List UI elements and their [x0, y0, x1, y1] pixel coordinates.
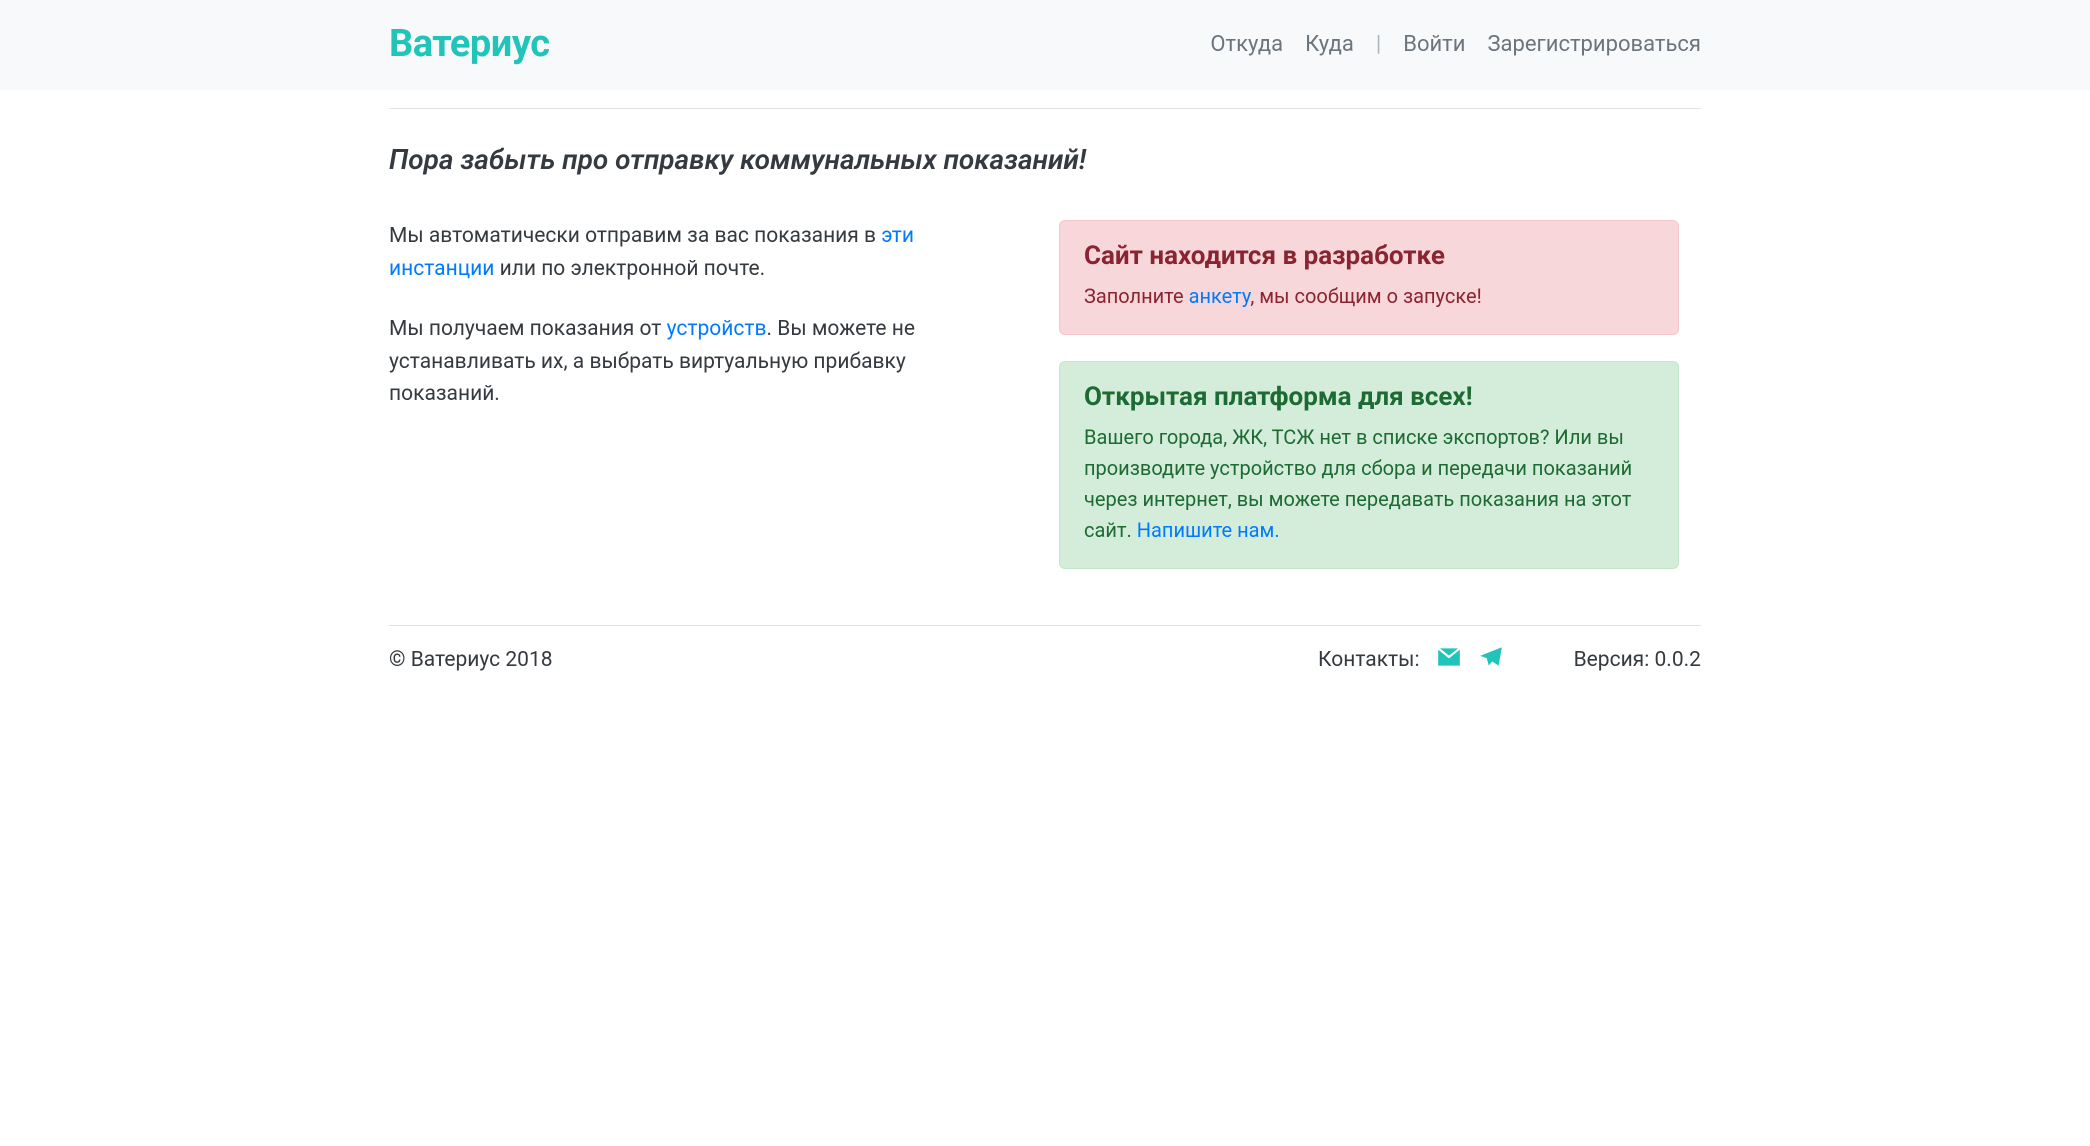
footer-version: Версия: 0.0.2 — [1574, 648, 1701, 672]
intro-paragraph-1: Мы автоматически отправим за вас показан… — [389, 220, 989, 285]
bottom-rule — [389, 625, 1701, 626]
alert-danger-text-a: Заполните — [1084, 284, 1189, 308]
alert-danger-text-b: , мы сообщим о запуске! — [1250, 284, 1481, 308]
alert-danger-title: Сайт находится в разработке — [1084, 241, 1654, 271]
nav-login[interactable]: Войти — [1403, 32, 1465, 57]
p1-text-b: или по электронной почте. — [494, 257, 765, 281]
brand-logo[interactable]: Ватериус — [389, 22, 550, 66]
topbar: Ватериус Откуда Куда | Войти Зарегистрир… — [0, 0, 2090, 90]
footer-contacts: Контакты: — [1318, 644, 1504, 676]
top-nav: Откуда Куда | Войти Зарегистрироваться — [1210, 32, 1701, 57]
telegram-icon[interactable] — [1478, 644, 1504, 676]
footer: © Ватериус 2018 Контакты: Версия: 0.0.2 — [389, 644, 1701, 676]
alert-success-title: Открытая платформа для всех! — [1084, 382, 1654, 412]
column-right: Сайт находится в разработке Заполните ан… — [1059, 220, 1679, 595]
p2-text-a: Мы получаем показания от — [389, 317, 667, 341]
main-container: Пора забыть про отправку коммунальных по… — [387, 108, 1703, 716]
p1-text-a: Мы автоматически отправим за вас показан… — [389, 224, 881, 248]
footer-copyright: © Ватериус 2018 — [389, 648, 553, 672]
tagline: Пора забыть про отправку коммунальных по… — [389, 143, 1701, 176]
footer-right-group: Контакты: Версия: 0.0.2 — [1318, 644, 1701, 676]
top-rule — [389, 108, 1701, 109]
link-devices[interactable]: устройств — [667, 317, 767, 341]
nav-to[interactable]: Куда — [1305, 32, 1354, 57]
link-survey[interactable]: анкету — [1189, 284, 1251, 308]
nav-from[interactable]: Откуда — [1210, 32, 1283, 57]
column-left: Мы автоматически отправим за вас показан… — [389, 220, 989, 439]
alert-success-body: Вашего города, ЖК, ТСЖ нет в списке эксп… — [1084, 422, 1654, 546]
content-columns: Мы автоматически отправим за вас показан… — [389, 220, 1701, 595]
nav-register[interactable]: Зарегистрироваться — [1487, 32, 1701, 57]
alert-danger-body: Заполните анкету, мы сообщим о запуске! — [1084, 281, 1654, 312]
mail-icon[interactable] — [1436, 644, 1462, 676]
alert-open-platform: Открытая платформа для всех! Вашего горо… — [1059, 361, 1679, 569]
link-contact-us[interactable]: Напишите нам. — [1137, 518, 1280, 542]
alert-under-construction: Сайт находится в разработке Заполните ан… — [1059, 220, 1679, 335]
nav-divider: | — [1376, 32, 1381, 57]
intro-paragraph-2: Мы получаем показания от устройств. Вы м… — [389, 313, 989, 411]
contacts-label: Контакты: — [1318, 648, 1420, 672]
